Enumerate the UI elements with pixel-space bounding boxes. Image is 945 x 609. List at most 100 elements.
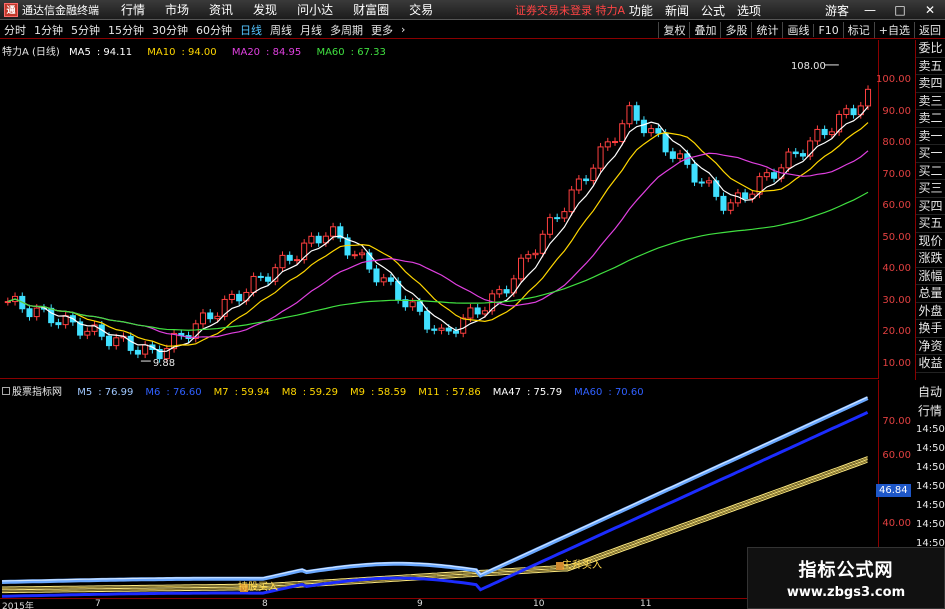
side-item[interactable]: 买二 <box>916 163 945 180</box>
candle <box>48 307 55 324</box>
quote-label[interactable]: 行情 <box>915 402 945 421</box>
side-item[interactable]: 卖三 <box>916 93 945 110</box>
x-tick: 11 <box>640 599 652 609</box>
side-item[interactable]: 买三 <box>916 180 945 198</box>
candle <box>604 141 611 148</box>
period-30min[interactable]: 30分钟 <box>152 22 188 38</box>
ma-line-60 <box>7 191 869 331</box>
side-item[interactable]: 外盘 <box>916 303 945 320</box>
candle <box>864 88 872 107</box>
side-item[interactable]: 总量 <box>916 285 945 303</box>
maximize-icon[interactable]: □ <box>891 3 909 17</box>
candle <box>467 307 474 319</box>
candle <box>55 322 62 326</box>
tool-draw[interactable]: 画线 <box>782 22 813 38</box>
menu-wealth[interactable]: 财富圈 <box>353 1 389 18</box>
menu-market[interactable]: 市场 <box>165 1 189 18</box>
menu-discover[interactable]: 发现 <box>253 1 277 18</box>
candle <box>33 307 40 318</box>
chevron-right-icon[interactable]: › <box>401 23 405 36</box>
side-item[interactable]: 换手 <box>916 320 945 338</box>
indicator-line <box>1 396 868 582</box>
y-tick: 60.00 <box>882 450 911 461</box>
period-monthly[interactable]: 月线 <box>300 22 322 38</box>
tool-multi-stock[interactable]: 多股 <box>720 22 751 38</box>
candle <box>380 277 387 283</box>
menu-formula[interactable]: 公式 <box>701 2 725 19</box>
candle <box>698 181 705 184</box>
period-multi[interactable]: 多周期 <box>330 22 363 38</box>
period-60min[interactable]: 60分钟 <box>196 22 232 38</box>
menu-quotes[interactable]: 行情 <box>121 1 145 18</box>
candle <box>828 131 835 136</box>
menu-trade[interactable]: 交易 <box>409 1 433 18</box>
side-item[interactable]: 买一 <box>916 145 945 163</box>
tool-f10[interactable]: F10 <box>813 23 842 37</box>
candle <box>821 128 828 136</box>
candle <box>503 289 510 294</box>
ma10-label: MA10: 94.00 <box>147 47 217 58</box>
candle <box>286 254 293 261</box>
side-item[interactable]: 净资 <box>916 338 945 355</box>
side-item[interactable]: 卖五 <box>916 58 945 75</box>
period-15min[interactable]: 15分钟 <box>108 22 144 38</box>
period-more[interactable]: 更多 <box>371 22 393 38</box>
indicator-line-label: MA47: 75.79 <box>492 387 563 398</box>
side-item[interactable]: 卖一 <box>916 128 945 145</box>
y-tick: 50.00 <box>882 231 911 243</box>
tool-back[interactable]: 返回 <box>914 22 945 38</box>
period-daily[interactable]: 日线 <box>240 22 262 38</box>
side-item[interactable]: 卖四 <box>916 75 945 93</box>
candle <box>792 151 799 155</box>
tool-adjust[interactable]: 复权 <box>658 22 689 38</box>
menu-options[interactable]: 选项 <box>737 2 761 19</box>
candle <box>373 268 380 283</box>
candle <box>257 275 264 278</box>
side-item[interactable]: 涨幅 <box>916 268 945 285</box>
y-tick: 20.00 <box>882 326 911 337</box>
indicator-line <box>2 456 868 588</box>
candle <box>626 105 633 125</box>
menu-news-right[interactable]: 新闻 <box>665 2 689 19</box>
indicator-line <box>2 457 868 589</box>
period-1min[interactable]: 1分钟 <box>34 22 63 38</box>
side-item[interactable]: 买五 <box>916 215 945 233</box>
tool-overlay[interactable]: 叠加 <box>689 22 720 38</box>
period-bar: 分时 1分钟 5分钟 15分钟 30分钟 60分钟 日线 周线 月线 多周期 更… <box>0 21 945 39</box>
indicator-line <box>1 411 869 598</box>
candle <box>308 235 315 244</box>
close-icon[interactable]: ✕ <box>921 3 939 17</box>
candle <box>431 328 438 331</box>
side-item[interactable]: 收益 <box>916 355 945 373</box>
candle <box>611 141 619 144</box>
menu-news[interactable]: 资讯 <box>209 1 233 18</box>
menu-function[interactable]: 功能 <box>629 2 653 19</box>
watermark-title: 指标公式网 <box>798 560 894 581</box>
candle <box>575 178 582 191</box>
y-tick: 70.00 <box>882 416 911 427</box>
tool-mark[interactable]: 标记 <box>842 22 874 38</box>
side-item[interactable]: 卖二 <box>916 110 945 128</box>
user-label[interactable]: 游客 <box>825 2 849 19</box>
candle <box>134 349 141 355</box>
menu-ask[interactable]: 问小达 <box>297 1 333 18</box>
candle <box>843 108 850 115</box>
minimize-icon[interactable]: — <box>861 3 879 17</box>
candlestick-chart[interactable]: 108.00 9.88 <box>0 40 878 379</box>
period-tick[interactable]: 分时 <box>4 22 26 38</box>
side-item[interactable]: 现价 <box>916 233 945 250</box>
candle <box>452 330 460 334</box>
side-item[interactable]: 委比 <box>916 40 945 58</box>
x-tick: 9 <box>417 599 423 609</box>
candle <box>677 153 684 159</box>
candle <box>26 308 33 318</box>
candle <box>850 108 857 116</box>
period-weekly[interactable]: 周线 <box>270 22 292 38</box>
side-item[interactable]: 涨跌 <box>916 250 945 268</box>
tool-add-watchlist[interactable]: +自选 <box>873 22 914 38</box>
period-5min[interactable]: 5分钟 <box>71 22 100 38</box>
auto-label[interactable]: 自动 <box>915 383 945 402</box>
tool-stats[interactable]: 统计 <box>751 22 782 38</box>
y-tick: 60.00 <box>882 200 911 211</box>
side-item[interactable]: 买四 <box>916 198 945 215</box>
